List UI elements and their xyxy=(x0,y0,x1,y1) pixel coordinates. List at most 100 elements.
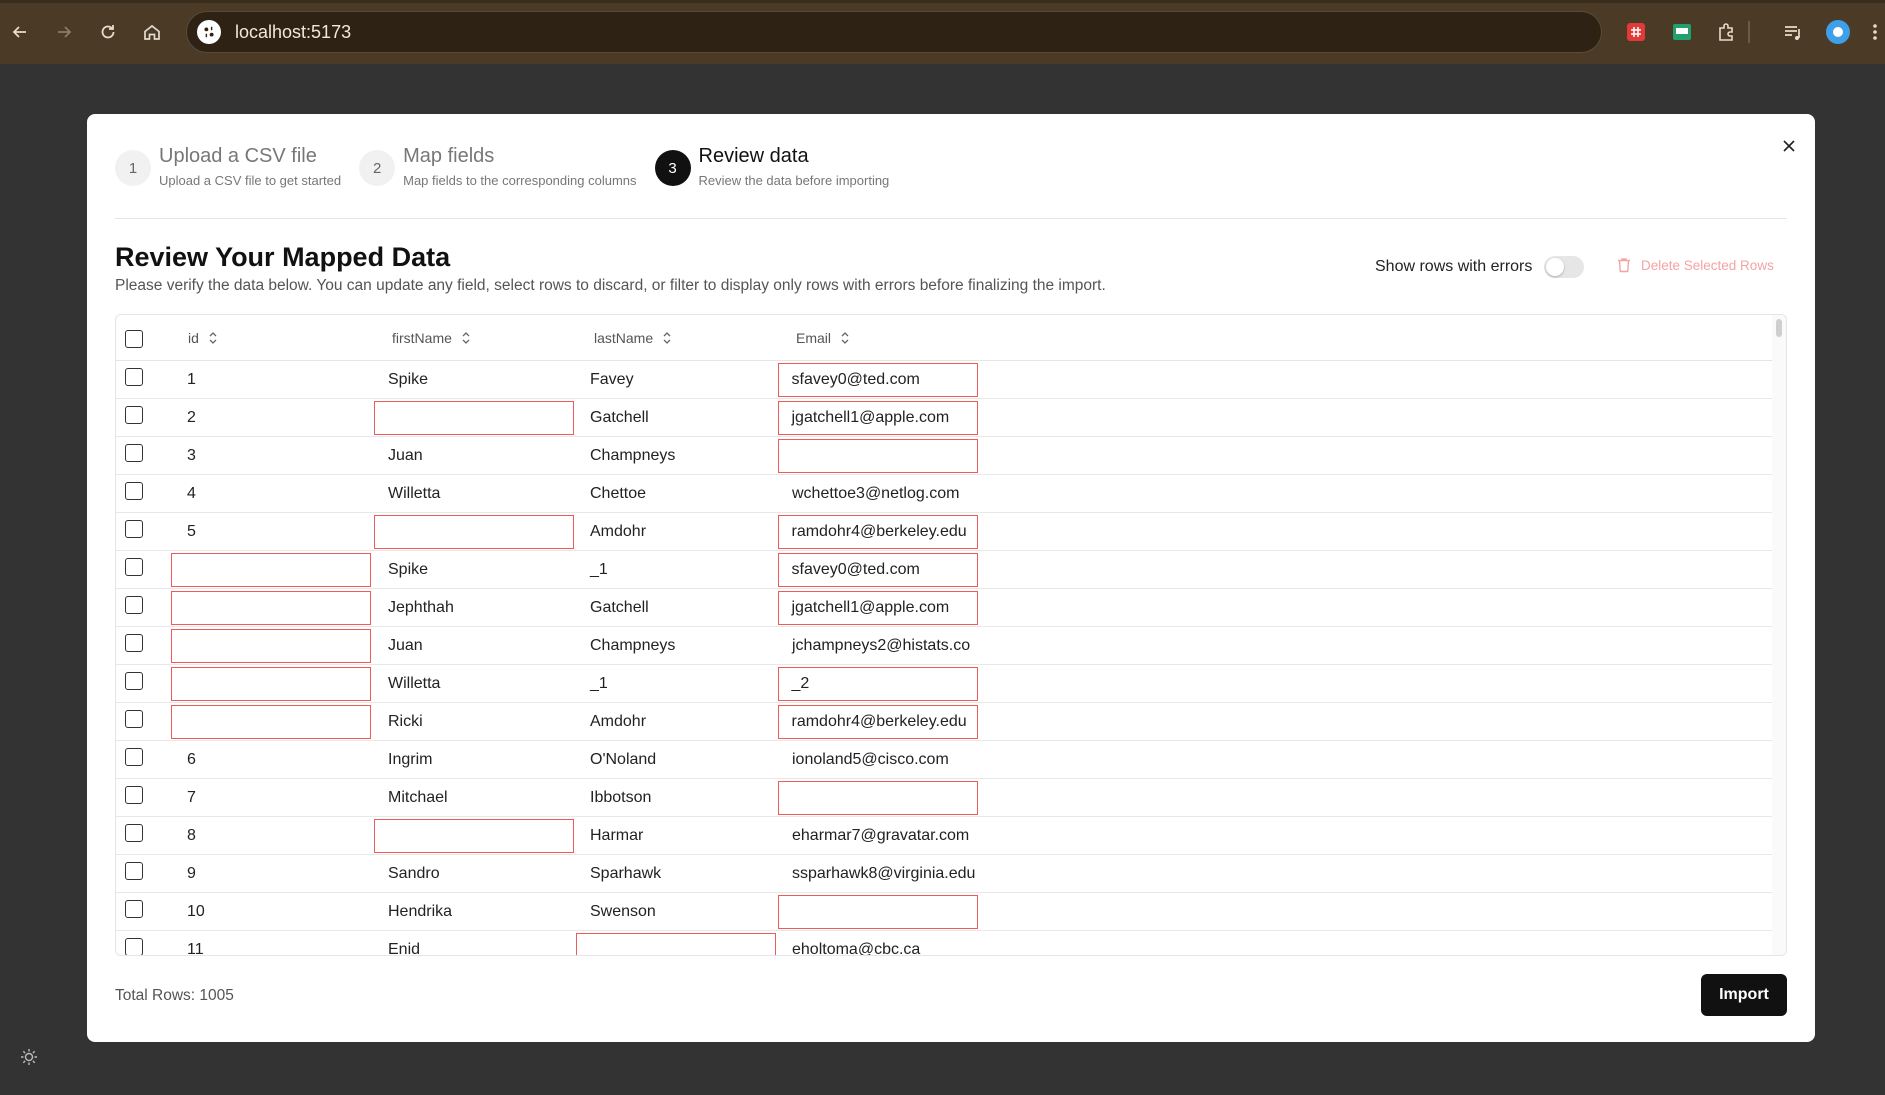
cell-email[interactable]: ramdohr4@berkeley.edu xyxy=(778,515,978,549)
row-checkbox[interactable] xyxy=(125,710,143,728)
cell-lastname[interactable]: Champneys xyxy=(576,627,776,665)
cell-id[interactable]: 4 xyxy=(171,475,371,513)
row-checkbox[interactable] xyxy=(125,786,143,804)
column-header-email[interactable]: Email xyxy=(796,315,851,361)
cell-firstname[interactable]: Sandro xyxy=(374,855,574,893)
cell-id[interactable] xyxy=(171,553,371,587)
cell-id[interactable] xyxy=(171,705,371,739)
row-checkbox[interactable] xyxy=(125,444,143,462)
row-checkbox[interactable] xyxy=(125,900,143,918)
cell-lastname[interactable]: Amdohr xyxy=(576,513,776,551)
cell-lastname[interactable]: Chettoe xyxy=(576,475,776,513)
cell-firstname[interactable]: Spike xyxy=(374,551,574,589)
cell-email[interactable] xyxy=(778,439,978,473)
cell-id[interactable]: 7 xyxy=(171,779,371,817)
cell-lastname[interactable]: Harmar xyxy=(576,817,776,855)
scrollbar-thumb[interactable] xyxy=(1776,319,1782,337)
select-all-checkbox[interactable] xyxy=(125,330,143,348)
cell-firstname[interactable] xyxy=(374,515,574,549)
cell-id[interactable] xyxy=(171,591,371,625)
cell-lastname[interactable]: Swenson xyxy=(576,893,776,931)
row-checkbox[interactable] xyxy=(125,748,143,766)
cell-lastname[interactable]: O'Noland xyxy=(576,741,776,779)
cell-id[interactable]: 1 xyxy=(171,361,371,399)
cell-firstname[interactable] xyxy=(374,819,574,853)
cell-id[interactable]: 8 xyxy=(171,817,371,855)
menu-icon[interactable] xyxy=(1868,20,1882,44)
cell-lastname[interactable]: Favey xyxy=(576,361,776,399)
cell-firstname[interactable]: Spike xyxy=(374,361,574,399)
extension-1-icon[interactable] xyxy=(1624,20,1648,44)
cell-lastname[interactable]: Sparhawk xyxy=(576,855,776,893)
cell-lastname[interactable]: Ibbotson xyxy=(576,779,776,817)
cell-firstname[interactable]: Juan xyxy=(374,437,574,475)
cell-id[interactable] xyxy=(171,667,371,701)
cell-lastname[interactable]: Gatchell xyxy=(576,589,776,627)
cell-id[interactable]: 6 xyxy=(171,741,371,779)
cell-firstname[interactable]: Ricki xyxy=(374,703,574,741)
delete-selected-rows-button[interactable]: Delete Selected Rows xyxy=(1615,256,1774,274)
import-button[interactable]: Import xyxy=(1701,974,1787,1016)
column-header-lastname[interactable]: lastName xyxy=(594,315,673,361)
show-errors-toggle[interactable] xyxy=(1544,256,1584,278)
cell-firstname[interactable]: Hendrika xyxy=(374,893,574,931)
media-queue-icon[interactable] xyxy=(1781,20,1805,44)
row-checkbox[interactable] xyxy=(125,938,143,955)
cell-email[interactable]: ssparhawk8@virginia.edu xyxy=(778,855,978,893)
row-checkbox[interactable] xyxy=(125,824,143,842)
cell-firstname[interactable] xyxy=(374,401,574,435)
column-header-firstname[interactable]: firstName xyxy=(392,315,472,361)
cell-email[interactable]: wchettoe3@netlog.com xyxy=(778,475,978,513)
back-icon[interactable] xyxy=(0,12,40,52)
row-checkbox[interactable] xyxy=(125,368,143,386)
cell-email[interactable]: sfavey0@ted.com xyxy=(778,363,978,397)
address-bar[interactable]: localhost:5173 xyxy=(186,11,1602,53)
cell-id[interactable]: 9 xyxy=(171,855,371,893)
cell-id[interactable] xyxy=(171,629,371,663)
row-checkbox[interactable] xyxy=(125,520,143,538)
row-checkbox[interactable] xyxy=(125,596,143,614)
cell-id[interactable]: 11 xyxy=(171,931,371,955)
row-checkbox[interactable] xyxy=(125,482,143,500)
cell-firstname[interactable]: Enid xyxy=(374,931,574,955)
cell-id[interactable]: 3 xyxy=(171,437,371,475)
cell-lastname[interactable]: Champneys xyxy=(576,437,776,475)
row-checkbox[interactable] xyxy=(125,558,143,576)
close-icon[interactable] xyxy=(1777,134,1801,158)
row-checkbox[interactable] xyxy=(125,634,143,652)
cell-firstname[interactable]: Juan xyxy=(374,627,574,665)
cell-email[interactable]: eharmar7@gravatar.com xyxy=(778,817,978,855)
row-checkbox[interactable] xyxy=(125,406,143,424)
cell-email[interactable]: ramdohr4@berkeley.edu xyxy=(778,705,978,739)
cell-email[interactable] xyxy=(778,895,978,929)
cell-email[interactable]: ionoland5@cisco.com xyxy=(778,741,978,779)
column-header-id[interactable]: id xyxy=(188,315,219,361)
extensions-puzzle-icon[interactable] xyxy=(1715,20,1739,44)
cell-lastname[interactable]: _1 xyxy=(576,665,776,703)
cell-lastname[interactable] xyxy=(576,933,776,955)
table-scrollbar[interactable] xyxy=(1772,315,1786,955)
cell-lastname[interactable]: Amdohr xyxy=(576,703,776,741)
cell-lastname[interactable]: Gatchell xyxy=(576,399,776,437)
extension-2-icon[interactable] xyxy=(1670,20,1694,44)
cell-firstname[interactable]: Willetta xyxy=(374,475,574,513)
reload-icon[interactable] xyxy=(88,12,128,52)
profile-icon[interactable] xyxy=(1826,20,1850,44)
cell-firstname[interactable]: Mitchael xyxy=(374,779,574,817)
cell-email[interactable]: sfavey0@ted.com xyxy=(778,553,978,587)
row-checkbox[interactable] xyxy=(125,672,143,690)
site-info-icon[interactable] xyxy=(197,20,221,44)
cell-email[interactable]: eholtoma@cbc.ca xyxy=(778,931,978,955)
brightness-icon[interactable] xyxy=(20,1048,38,1066)
row-checkbox[interactable] xyxy=(125,862,143,880)
cell-lastname[interactable]: _1 xyxy=(576,551,776,589)
cell-id[interactable]: 5 xyxy=(171,513,371,551)
cell-email[interactable]: jgatchell1@apple.com xyxy=(778,591,978,625)
cell-firstname[interactable]: Ingrim xyxy=(374,741,574,779)
cell-email[interactable]: _2 xyxy=(778,667,978,701)
cell-firstname[interactable]: Willetta xyxy=(374,665,574,703)
cell-email[interactable]: jchampneys2@histats.co xyxy=(778,627,978,665)
cell-id[interactable]: 2 xyxy=(171,399,371,437)
cell-email[interactable]: jgatchell1@apple.com xyxy=(778,401,978,435)
cell-email[interactable] xyxy=(778,781,978,815)
